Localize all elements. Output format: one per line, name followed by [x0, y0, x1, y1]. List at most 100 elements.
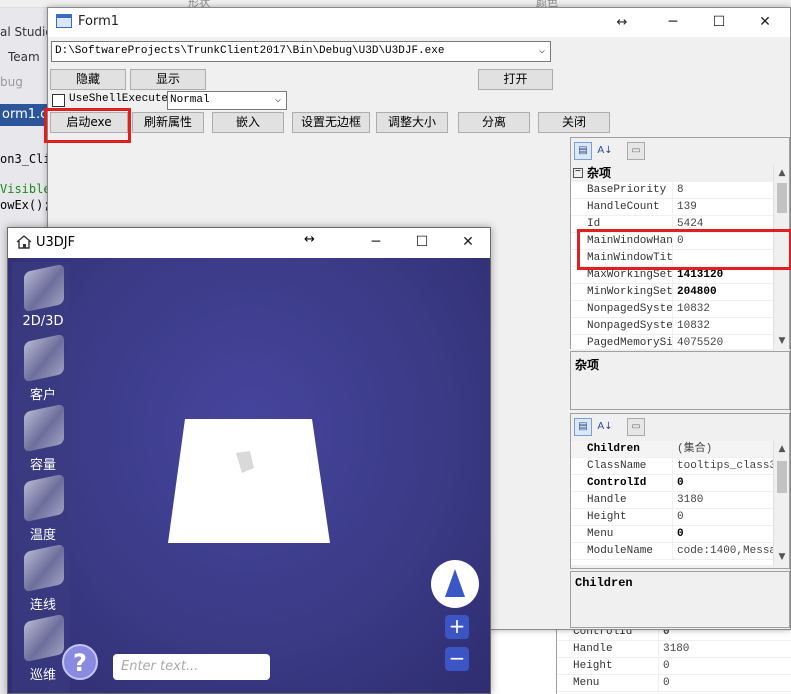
- compass-icon[interactable]: [431, 560, 479, 608]
- category-label: 杂项: [587, 166, 612, 180]
- property-row[interactable]: MinWorkingSet 204800: [571, 284, 773, 301]
- u3djf-titlebar[interactable]: U3DJF ↔ ─ ☐ ✕: [8, 228, 490, 258]
- code-line: owEx();: [0, 198, 51, 212]
- home-icon: [16, 235, 32, 249]
- property-row[interactable]: Handle 3180: [557, 641, 791, 658]
- sidebar-item-capacity[interactable]: 容量: [16, 403, 70, 473]
- sort-alphabetical-icon[interactable]: A↓: [596, 418, 614, 436]
- scroll-down-icon[interactable]: ▼: [774, 333, 790, 349]
- property-toolbar: ▤ A↓ ▭: [571, 138, 789, 164]
- property-row[interactable]: Handle 3180: [571, 492, 773, 509]
- minimize-button[interactable]: ─: [650, 8, 696, 37]
- window-style-value: Normal: [170, 94, 210, 106]
- show-button[interactable]: 显示: [130, 69, 206, 90]
- resize-cursor-icon: ↔: [304, 232, 315, 247]
- use-shell-execute-checkbox[interactable]: [52, 94, 65, 107]
- resize-button[interactable]: 调整大小: [376, 112, 448, 133]
- customer-icon: [24, 333, 64, 383]
- zoom-in-button[interactable]: +: [445, 615, 469, 639]
- form1-title: Form1: [78, 14, 120, 29]
- category-row[interactable]: − 杂项: [571, 165, 773, 182]
- property-row[interactable]: BasePriority 8: [571, 182, 773, 199]
- scrollbar-thumb[interactable]: [777, 183, 787, 213]
- help-button[interactable]: ?: [62, 644, 98, 680]
- exe-path-value: D:\SoftwareProjects\TrunkClient2017\Bin\…: [55, 45, 445, 57]
- property-row[interactable]: Height 0: [557, 658, 791, 675]
- sidebar-item-customer[interactable]: 客户: [16, 333, 70, 403]
- property-row[interactable]: Menu 0: [557, 675, 791, 692]
- window-property-rows: Children (集合) ClassName tooltips_class32 C…: [571, 441, 773, 565]
- ide-menu-team[interactable]: Team: [8, 50, 40, 64]
- hide-button[interactable]: 隐藏: [50, 69, 126, 90]
- 2d-icon: [24, 263, 64, 313]
- close-button[interactable]: 关闭: [538, 112, 610, 133]
- property-row[interactable]: Children (集合): [571, 441, 773, 458]
- borderless-button[interactable]: 设置无边框: [292, 112, 370, 133]
- u3djf-window: U3DJF ↔ ─ ☐ ✕ 2D/3D 客户 容量 温度 连线 巡维 + − ?…: [7, 227, 491, 694]
- ide-tab[interactable]: orm1.cs: [0, 104, 54, 126]
- form1-titlebar[interactable]: Form1 ↔ ─ ☐ ✕: [48, 8, 790, 37]
- process-description-panel: 杂项: [570, 351, 790, 410]
- property-pages-icon[interactable]: ▭: [627, 142, 645, 160]
- scroll-up-icon[interactable]: ▲: [774, 165, 790, 181]
- collapse-icon[interactable]: −: [573, 168, 583, 178]
- sidebar-label: 2D/3D: [22, 314, 64, 329]
- property-row[interactable]: ClassName tooltips_class32: [571, 458, 773, 475]
- description-title: Children: [575, 576, 633, 590]
- desktop: 形状 颜色 al Studio Team bug orm1.cs on3_Cli…: [0, 0, 791, 694]
- property-row[interactable]: NonpagedSystem 10832: [571, 301, 773, 318]
- chevron-down-icon[interactable]: ⌵: [270, 92, 286, 109]
- categorized-icon[interactable]: ▤: [574, 142, 592, 160]
- network-icon: [24, 543, 64, 593]
- property-row[interactable]: NonpagedSystem 10832: [571, 318, 773, 335]
- property-pages-icon[interactable]: ▭: [627, 418, 645, 436]
- u3d-sidebar: 2D/3D 客户 容量 温度 连线 巡维: [12, 262, 70, 693]
- window-style-select[interactable]: Normal ⌵: [167, 91, 287, 110]
- detach-button[interactable]: 分离: [458, 112, 530, 133]
- code-line: Visible: [0, 182, 51, 196]
- window-description-panel: Children: [570, 571, 790, 628]
- app-icon: [56, 14, 72, 28]
- sidebar-label: 容量: [29, 458, 56, 473]
- maximize-button[interactable]: ☐: [399, 228, 445, 257]
- window-props-scrollbar[interactable]: ▲ ▼: [773, 441, 789, 565]
- resize-cursor-icon: ↔: [616, 15, 628, 30]
- floor-plane: [168, 419, 330, 543]
- description-title: 杂项: [575, 358, 600, 372]
- u3djf-title: U3DJF: [36, 235, 76, 250]
- sidebar-item-inspection[interactable]: 巡维: [16, 613, 70, 683]
- sidebar-item-wiring[interactable]: 连线: [16, 543, 70, 613]
- u3d-viewport[interactable]: 2D/3D 客户 容量 温度 连线 巡维 + − ? Enter text...: [8, 258, 490, 693]
- window-property-grid: ▤ A↓ ▭ Children (集合) ClassName tooltips_cl…: [570, 413, 790, 569]
- sidebar-item-2d3d[interactable]: 2D/3D: [16, 263, 70, 330]
- property-row[interactable]: Menu 0: [571, 526, 773, 543]
- refresh-properties-button[interactable]: 刷新属性: [132, 112, 204, 133]
- text-input[interactable]: Enter text...: [113, 654, 270, 680]
- property-row[interactable]: ModuleName code:1400,Messag: [571, 543, 773, 560]
- scroll-up-icon[interactable]: ▲: [774, 441, 790, 457]
- ide-title-fragment: al Studio: [0, 25, 53, 39]
- chevron-down-icon[interactable]: ⌵: [534, 42, 550, 61]
- embed-button[interactable]: 嵌入: [212, 112, 284, 133]
- scroll-down-icon[interactable]: ▼: [774, 549, 790, 565]
- sidebar-item-temperature[interactable]: 温度: [16, 473, 70, 543]
- scrollbar-thumb[interactable]: [777, 461, 787, 493]
- property-row[interactable]: HandleCount 139: [571, 199, 773, 216]
- exe-path-combobox[interactable]: D:\SoftwareProjects\TrunkClient2017\Bin\…: [51, 41, 551, 62]
- close-window-button[interactable]: ✕: [445, 228, 491, 257]
- thermometer-icon: [24, 473, 64, 523]
- close-window-button[interactable]: ✕: [742, 8, 788, 37]
- sort-alphabetical-icon[interactable]: A↓: [596, 142, 614, 160]
- inspection-icon: [24, 613, 64, 663]
- property-row[interactable]: PagedMemorySiz 4075520: [571, 335, 773, 349]
- categorized-icon[interactable]: ▤: [574, 418, 592, 436]
- zoom-out-button[interactable]: −: [445, 647, 469, 671]
- property-row[interactable]: Height 0: [571, 509, 773, 526]
- maximize-button[interactable]: ☐: [696, 8, 742, 37]
- open-button[interactable]: 打开: [478, 69, 553, 90]
- property-toolbar: ▤ A↓ ▭: [571, 414, 789, 440]
- property-row[interactable]: ControlId 0: [571, 475, 773, 492]
- minimize-button[interactable]: ─: [353, 228, 399, 257]
- background-property-grid: ControlId 0 Handle 3180 Height 0 Menu 0: [556, 624, 791, 694]
- ide-config-fragment[interactable]: bug: [0, 75, 23, 89]
